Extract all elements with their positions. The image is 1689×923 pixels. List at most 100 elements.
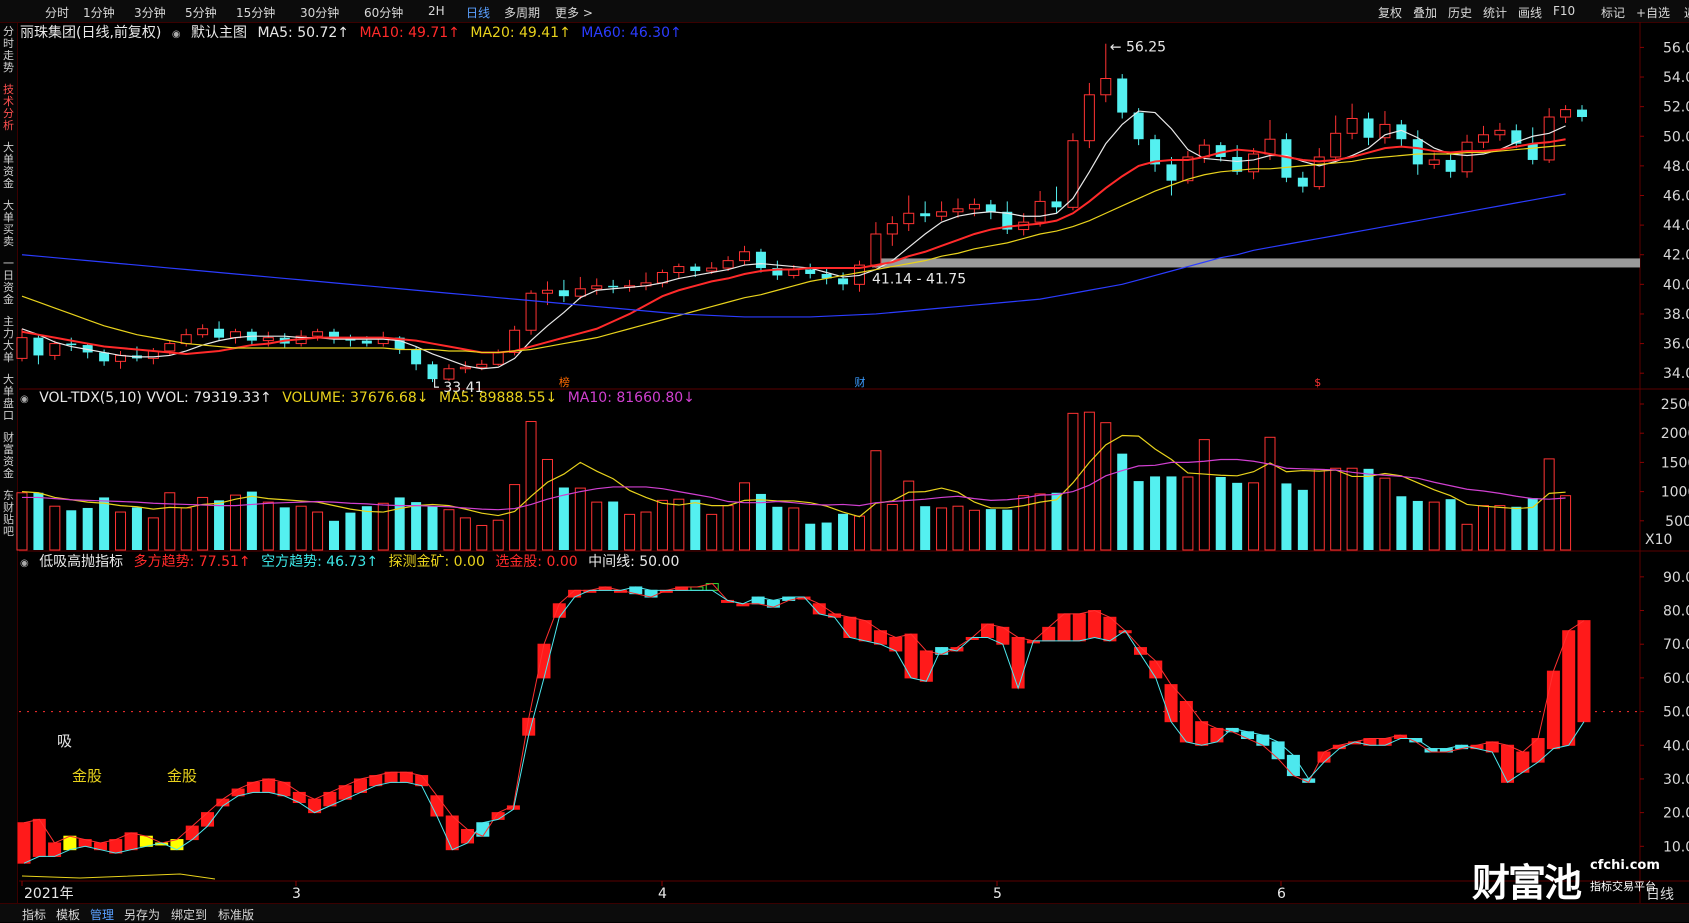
candle-body — [1034, 200, 1046, 223]
indicator-bar — [1501, 744, 1515, 783]
chevron-down-icon[interactable]: ◉ — [172, 29, 181, 40]
indicator-label: 空方趋势: 46.73↑ — [261, 554, 379, 570]
indicator-label: 探测金矿: 0.00 — [388, 554, 485, 570]
price-tick-label: 34.00 — [1663, 366, 1689, 382]
volume-bar — [1166, 476, 1177, 550]
candle-body — [525, 292, 537, 331]
volume-bar — [329, 520, 339, 550]
price-tick-label: 38.00 — [1663, 307, 1689, 323]
candle-body — [411, 349, 422, 365]
indicator-bar — [430, 795, 444, 817]
candle-body — [1100, 78, 1112, 96]
volume-tick-label: 10000 — [1661, 485, 1689, 501]
bull-trend-line — [23, 583, 1585, 844]
indicator-tick-label: 30.00 — [1663, 772, 1689, 788]
event-marker: 榜 — [559, 375, 570, 389]
ma-label: MA5: 50.72↑ — [257, 25, 350, 41]
ma-line — [21, 144, 1566, 354]
volume-bar — [361, 506, 372, 550]
indicator-tick-label: 80.00 — [1663, 604, 1689, 620]
indicator-bar — [1378, 738, 1392, 746]
volume-bar — [1083, 411, 1095, 551]
bottom-tab[interactable]: 模板 — [56, 906, 80, 923]
indicator-tick-label: 20.00 — [1663, 806, 1689, 822]
indicator-tick-label: 50.00 — [1663, 705, 1689, 721]
bottom-tab[interactable]: 绑定到 — [171, 906, 207, 923]
ma-line — [21, 193, 1566, 318]
indicator-tick-label: 40.00 — [1663, 738, 1689, 754]
indicator-bar — [124, 832, 138, 851]
candle-body — [985, 204, 996, 212]
volume-bar — [99, 497, 110, 550]
candle-body — [214, 328, 225, 338]
event-marker: $ — [1314, 376, 1321, 389]
candle-body — [1577, 109, 1587, 118]
candle-body — [722, 260, 734, 269]
stock-title[interactable]: 丽珠集团(日线,前复权) — [20, 25, 161, 41]
bottom-tab[interactable]: 管理 — [90, 906, 114, 923]
bottom-tab[interactable]: 另存为 — [124, 906, 160, 923]
candle-body — [262, 337, 274, 342]
volume-bar — [1379, 477, 1391, 551]
price-tick-label: 48.00 — [1663, 159, 1689, 175]
watermark-domain: cfchi.com — [1590, 858, 1660, 873]
volume-label: VOLUME: 37676.68↓ — [282, 390, 429, 406]
volume-bar — [1198, 439, 1210, 551]
volume-label: MA5: 89888.55↓ — [439, 390, 558, 406]
candle-body — [1494, 129, 1506, 136]
volume-bar — [1067, 412, 1079, 551]
candle-body — [903, 212, 915, 225]
candle-body — [1412, 139, 1423, 165]
volume-bar — [1281, 483, 1292, 550]
candle-body — [1560, 109, 1572, 118]
candle-body — [361, 340, 372, 344]
indicator-bar — [1088, 610, 1102, 638]
volume-bar — [690, 499, 701, 550]
volume-bar — [443, 509, 455, 551]
signal-text-absorb: 吸 — [57, 732, 72, 750]
volume-bar — [492, 519, 504, 551]
volume-bar — [262, 501, 274, 551]
indicator-bar — [1286, 754, 1300, 777]
candle-body — [1363, 118, 1374, 138]
volume-bar — [1248, 482, 1260, 551]
indicator-bar — [1485, 741, 1499, 753]
volume-bar — [558, 487, 569, 550]
indicator-bar — [919, 650, 933, 682]
bottom-tab[interactable]: 指标 — [22, 906, 46, 923]
volume-bar — [1100, 422, 1112, 551]
indicator-tick-label: 10.00 — [1663, 839, 1689, 855]
candle-body — [1346, 117, 1358, 134]
volume-bar — [706, 513, 718, 551]
price-tick-label: 42.00 — [1663, 248, 1689, 264]
candle-body — [1297, 177, 1308, 187]
volume-bar — [591, 501, 603, 551]
volume-bar — [640, 511, 652, 551]
indicator-label: 中间线: 50.00 — [588, 554, 680, 570]
panel-toggle-icon[interactable]: ◉ — [20, 394, 29, 405]
indicator-bar — [843, 616, 857, 638]
volume-label: VOL-TDX(5,10) VVOL: 79319.33↑ — [39, 390, 272, 406]
indicator-bar — [384, 771, 398, 783]
volume-bar — [1182, 476, 1194, 551]
candle-body — [870, 233, 882, 266]
panel-toggle-icon[interactable]: ◉ — [20, 558, 29, 569]
price-tick-label: 52.00 — [1663, 100, 1689, 116]
candle-body — [591, 285, 603, 290]
default-chart-label[interactable]: 默认主图 — [191, 25, 247, 41]
candle-body — [1527, 143, 1538, 160]
volume-tick-label: 25000 — [1661, 397, 1689, 413]
candle-body — [1461, 141, 1473, 173]
volume-bar — [66, 510, 77, 550]
ma-label: MA20: 49.41↑ — [470, 25, 571, 41]
volume-bar — [920, 506, 931, 550]
candle-body — [443, 368, 455, 380]
bottom-tab[interactable]: 标准版 — [218, 906, 254, 923]
signal-text-gold: 金股 — [72, 767, 102, 785]
price-tick-label: 46.00 — [1663, 188, 1689, 204]
volume-panel-header: ◉ VOL-TDX(5,10) VVOL: 79319.33↑ VOLUME: … — [20, 390, 701, 406]
indicator-bar — [369, 775, 383, 787]
volume-bar — [903, 480, 915, 551]
chart-area: 56.00 54.00 52.00 50.00 48.00 46.00 44.00 42.00… — [16, 22, 1689, 903]
volume-unit-label: X10 — [1645, 532, 1672, 548]
